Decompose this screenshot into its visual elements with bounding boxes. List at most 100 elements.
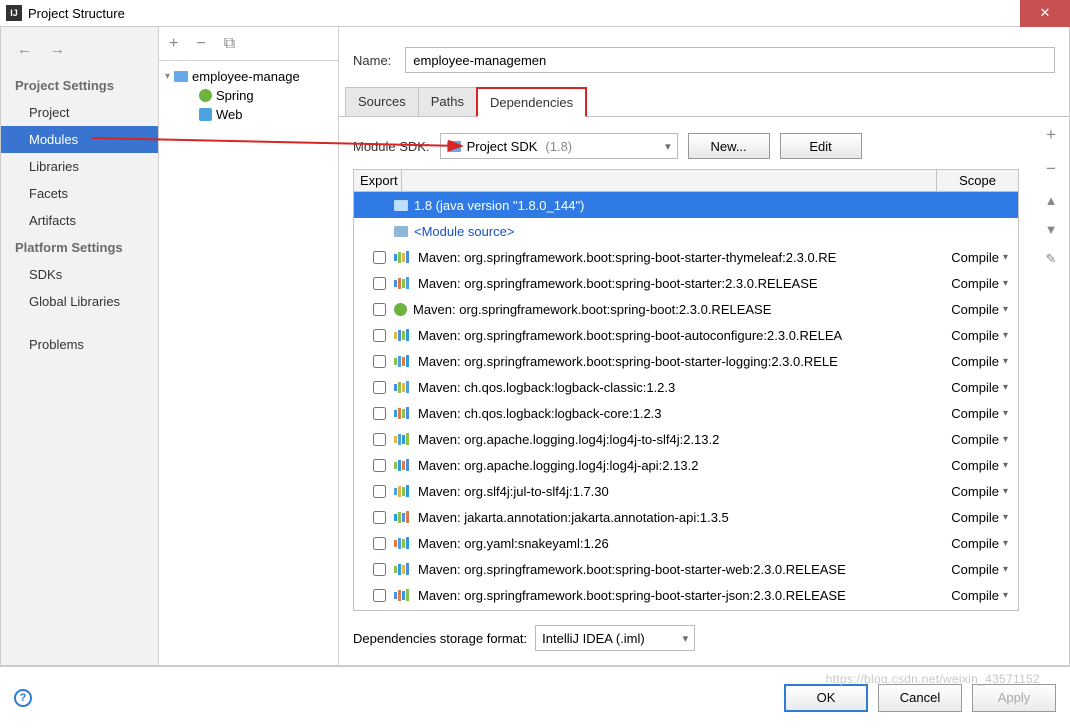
tree-root[interactable]: ▾ employee-manage — [163, 67, 334, 86]
move-down-icon[interactable]: ▼ — [1045, 222, 1058, 237]
tab-paths[interactable]: Paths — [418, 87, 477, 116]
scope-select[interactable]: Compile▾ — [932, 484, 1012, 499]
nav-item-facets[interactable]: Facets — [1, 180, 158, 207]
tab-dependencies[interactable]: Dependencies — [476, 87, 587, 117]
folder-icon — [394, 226, 408, 237]
new-button[interactable]: New... — [688, 133, 770, 159]
scope-select[interactable]: Compile▾ — [932, 458, 1012, 473]
table-row[interactable]: Maven: org.springframework.boot:spring-b… — [354, 296, 1018, 322]
table-row[interactable]: Maven: org.slf4j:jul-to-slf4j:1.7.30Comp… — [354, 478, 1018, 504]
chevron-down-icon: ▾ — [1003, 538, 1008, 549]
scope-select[interactable]: Compile▾ — [932, 328, 1012, 343]
close-button[interactable]: ✕ — [1020, 0, 1070, 27]
app-icon: IJ — [6, 5, 22, 21]
help-icon[interactable]: ? — [14, 689, 32, 707]
cancel-button[interactable]: Cancel — [878, 684, 962, 712]
back-arrow-icon[interactable]: ← — [17, 41, 32, 58]
export-checkbox[interactable] — [364, 407, 394, 420]
chevron-down-icon: ▾ — [1003, 252, 1008, 263]
edit-icon[interactable]: ✎ — [1046, 251, 1057, 267]
table-row[interactable]: Maven: org.springframework.boot:spring-b… — [354, 322, 1018, 348]
export-checkbox[interactable] — [364, 303, 394, 316]
scope-select[interactable]: Compile▾ — [932, 562, 1012, 577]
export-checkbox[interactable] — [364, 381, 394, 394]
table-row[interactable]: Maven: jakarta.annotation:jakarta.annota… — [354, 504, 1018, 530]
tab-sources[interactable]: Sources — [345, 87, 419, 116]
nav-item-global-libraries[interactable]: Global Libraries — [1, 288, 158, 315]
table-row[interactable]: Maven: org.apache.logging.log4j:log4j-ap… — [354, 452, 1018, 478]
export-checkbox[interactable] — [364, 589, 394, 602]
scope-select[interactable]: Compile▾ — [932, 406, 1012, 421]
export-checkbox[interactable] — [364, 485, 394, 498]
tree-child-web[interactable]: Web — [163, 105, 334, 124]
window-title: Project Structure — [28, 6, 125, 21]
add-icon[interactable]: + — [1046, 125, 1056, 145]
table-row[interactable]: Maven: org.yaml:snakeyaml:1.26Compile▾ — [354, 530, 1018, 556]
library-bars-icon — [394, 563, 412, 575]
table-row[interactable]: <Module source> — [354, 218, 1018, 244]
table-row[interactable]: Maven: org.springframework.boot:spring-b… — [354, 244, 1018, 270]
sdk-value: Project SDK — [467, 139, 538, 154]
scope-select[interactable]: Compile▾ — [932, 510, 1012, 525]
col-export: Export — [354, 170, 402, 191]
export-checkbox[interactable] — [364, 251, 394, 264]
edit-button[interactable]: Edit — [780, 133, 862, 159]
table-row[interactable]: Maven: org.springframework.boot:spring-b… — [354, 556, 1018, 582]
scope-select[interactable]: Compile▾ — [932, 380, 1012, 395]
table-row[interactable]: Maven: com.fasterxml.jackson.core:jackso… — [354, 608, 1018, 610]
storage-label: Dependencies storage format: — [353, 631, 527, 646]
table-row[interactable]: Maven: org.springframework.boot:spring-b… — [354, 348, 1018, 374]
apply-button[interactable]: Apply — [972, 684, 1056, 712]
scope-select[interactable]: Compile▾ — [932, 588, 1012, 603]
left-nav: ← → Project Settings ProjectModulesLibra… — [1, 27, 159, 665]
tree-child-label: Spring — [216, 88, 254, 103]
table-row[interactable]: 1.8 (java version "1.8.0_144") — [354, 192, 1018, 218]
scope-select[interactable]: Compile▾ — [932, 276, 1012, 291]
name-field[interactable] — [405, 47, 1055, 73]
scope-select[interactable]: Compile▾ — [932, 302, 1012, 317]
table-row[interactable]: Maven: ch.qos.logback:logback-classic:1.… — [354, 374, 1018, 400]
copy-icon[interactable]: ⧉ — [224, 35, 235, 53]
folder-icon — [447, 141, 461, 152]
scope-select[interactable]: Compile▾ — [932, 354, 1012, 369]
folder-icon — [174, 71, 188, 82]
nav-item-artifacts[interactable]: Artifacts — [1, 207, 158, 234]
table-row[interactable]: Maven: org.springframework.boot:spring-b… — [354, 270, 1018, 296]
scope-select[interactable]: Compile▾ — [932, 250, 1012, 265]
tree-child-spring[interactable]: Spring — [163, 86, 334, 105]
nav-item-project[interactable]: Project — [1, 99, 158, 126]
export-checkbox[interactable] — [364, 537, 394, 550]
dependency-name: Maven: org.slf4j:jul-to-slf4j:1.7.30 — [418, 484, 932, 499]
remove-icon[interactable]: − — [1046, 159, 1056, 179]
tree-toolbar: + − ⧉ — [159, 27, 338, 61]
export-checkbox[interactable] — [364, 459, 394, 472]
tree-child-label: Web — [216, 107, 243, 122]
export-checkbox[interactable] — [364, 277, 394, 290]
table-row[interactable]: Maven: org.springframework.boot:spring-b… — [354, 582, 1018, 608]
storage-select[interactable]: IntelliJ IDEA (.iml) ▾ — [535, 625, 695, 651]
export-checkbox[interactable] — [364, 329, 394, 342]
dependency-name: Maven: org.springframework.boot:spring-b… — [418, 588, 932, 603]
ok-button[interactable]: OK — [784, 684, 868, 712]
export-checkbox[interactable] — [364, 563, 394, 576]
scope-select[interactable]: Compile▾ — [932, 536, 1012, 551]
chevron-down-icon: ▾ — [1003, 590, 1008, 601]
nav-item-sdks[interactable]: SDKs — [1, 261, 158, 288]
scope-select[interactable]: Compile▾ — [932, 432, 1012, 447]
name-label: Name: — [353, 53, 391, 68]
move-up-icon[interactable]: ▲ — [1045, 193, 1058, 208]
nav-item-libraries[interactable]: Libraries — [1, 153, 158, 180]
add-icon[interactable]: + — [169, 35, 178, 53]
nav-item-modules[interactable]: Modules — [1, 126, 158, 153]
table-row[interactable]: Maven: org.apache.logging.log4j:log4j-to… — [354, 426, 1018, 452]
nav-problems[interactable]: Problems — [1, 331, 158, 358]
remove-icon[interactable]: − — [196, 35, 205, 53]
export-checkbox[interactable] — [364, 433, 394, 446]
export-checkbox[interactable] — [364, 355, 394, 368]
sdk-select[interactable]: Project SDK (1.8) ▾ — [440, 133, 678, 159]
library-bars-icon — [394, 251, 412, 263]
table-row[interactable]: Maven: ch.qos.logback:logback-core:1.2.3… — [354, 400, 1018, 426]
export-checkbox[interactable] — [364, 511, 394, 524]
chevron-down-icon: ▾ — [1003, 382, 1008, 393]
forward-arrow-icon[interactable]: → — [50, 41, 65, 58]
